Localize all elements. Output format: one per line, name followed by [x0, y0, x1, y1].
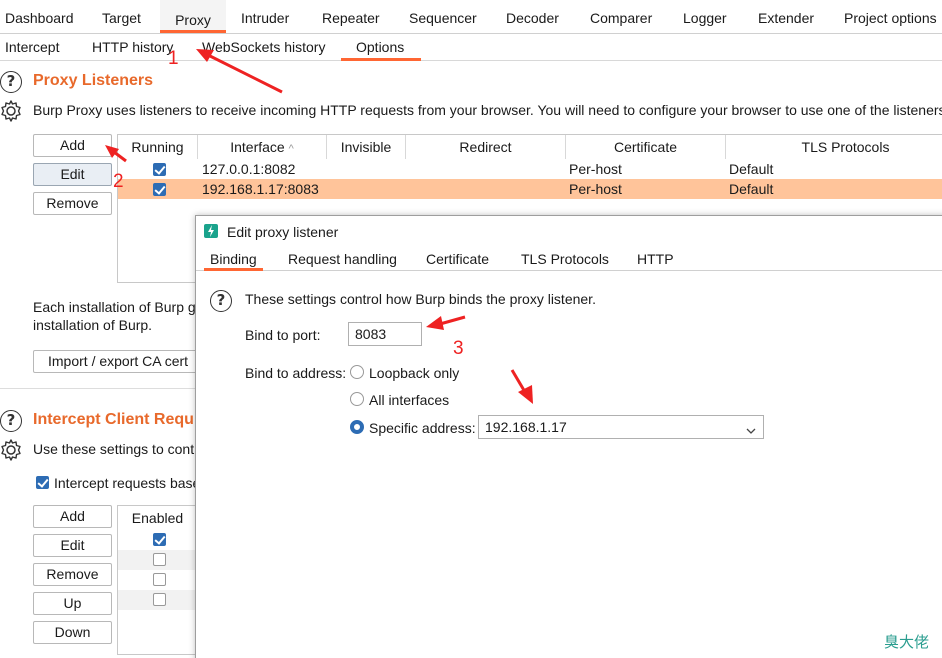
sort-ascending-icon: ^	[288, 143, 294, 155]
remove-listener-button[interactable]: Remove	[33, 192, 112, 215]
annotation-number-2: 2	[113, 171, 124, 192]
tab-logger[interactable]: Logger	[683, 10, 727, 26]
interface-cell: 127.0.0.1:8082	[202, 161, 296, 177]
running-checkbox[interactable]	[153, 183, 166, 196]
column-header-enabled[interactable]: Enabled	[118, 506, 198, 530]
dialog-titlebar[interactable]: Edit proxy listener	[196, 216, 942, 246]
loopback-only-label: Loopback only	[369, 365, 460, 381]
enabled-checkbox[interactable]	[153, 573, 166, 586]
ca-description-line1: Each installation of Burp g	[33, 299, 196, 315]
subtab-options[interactable]: Options	[356, 39, 404, 55]
tab-intruder[interactable]: Intruder	[241, 10, 289, 26]
binding-help-text: These settings control how Burp binds th…	[245, 291, 596, 307]
tab-project-options[interactable]: Project options	[844, 10, 937, 26]
specific-address-radio[interactable]	[350, 420, 364, 434]
tab-repeater[interactable]: Repeater	[322, 10, 380, 26]
tab-decoder[interactable]: Decoder	[506, 10, 559, 26]
all-interfaces-radio[interactable]	[350, 392, 364, 406]
add-listener-button[interactable]: Add	[33, 134, 112, 157]
edit-proxy-listener-dialog: Edit proxy listener Binding Request hand…	[195, 215, 942, 658]
bind-address-label: Bind to address:	[245, 365, 347, 381]
import-export-ca-button[interactable]: Import / export CA cert	[33, 350, 213, 373]
active-dialog-tab-indicator	[204, 268, 263, 271]
intercept-rules-table: Enabled	[117, 505, 207, 655]
column-header-tls-protocols[interactable]: TLS Protocols	[726, 135, 942, 159]
up-rule-button[interactable]: Up	[33, 592, 112, 615]
certificate-cell: Per-host	[569, 181, 622, 197]
tab-sequencer[interactable]: Sequencer	[409, 10, 477, 26]
chevron-down-icon	[745, 421, 757, 434]
remove-rule-button[interactable]: Remove	[33, 563, 112, 586]
proxy-subtab-bar: Intercept HTTP history WebSockets histor…	[0, 34, 942, 61]
proxy-listeners-description: Burp Proxy uses listeners to receive inc…	[33, 102, 942, 118]
specific-address-label: Specific address:	[369, 420, 476, 436]
intercept-client-description: Use these settings to cont	[33, 441, 195, 457]
active-subtab-indicator	[341, 58, 421, 61]
running-checkbox[interactable]	[153, 163, 166, 176]
tab-comparer[interactable]: Comparer	[590, 10, 652, 26]
active-tab-indicator	[160, 30, 226, 33]
dialog-tab-bar: Binding Request handling Certificate TLS…	[196, 246, 942, 271]
tab-tls-protocols[interactable]: TLS Protocols	[521, 251, 609, 267]
column-header-invisible[interactable]: Invisible	[327, 135, 406, 159]
tab-target[interactable]: Target	[102, 10, 141, 26]
tab-certificate[interactable]: Certificate	[426, 251, 489, 267]
tab-binding[interactable]: Binding	[210, 251, 257, 267]
interface-cell: 192.168.1.17:8083	[202, 181, 319, 197]
help-icon[interactable]: ?	[210, 290, 232, 312]
help-icon[interactable]: ?	[0, 410, 22, 432]
column-header-interface-label: Interface	[230, 139, 285, 155]
tab-extender[interactable]: Extender	[758, 10, 814, 26]
annotation-number-1: 1	[168, 48, 179, 69]
enabled-checkbox[interactable]	[153, 553, 166, 566]
watermark: 臭大佬	[884, 633, 930, 651]
proxy-listeners-title: Proxy Listeners	[33, 72, 154, 89]
gear-icon[interactable]	[0, 438, 23, 462]
edit-listener-button[interactable]: Edit	[33, 163, 112, 186]
annotation-number-3: 3	[453, 338, 464, 359]
intercept-client-title: Intercept Client Requ	[33, 411, 194, 428]
tls-cell: Default	[729, 181, 774, 197]
column-header-interface[interactable]: Interface ^	[198, 135, 327, 159]
table-row[interactable]	[118, 530, 206, 550]
enabled-checkbox[interactable]	[153, 593, 166, 606]
bind-port-label: Bind to port:	[245, 327, 321, 343]
bind-port-input[interactable]: 8083	[348, 322, 422, 346]
table-row[interactable]	[118, 590, 206, 610]
add-rule-button[interactable]: Add	[33, 505, 112, 528]
tab-dashboard[interactable]: Dashboard	[5, 10, 74, 26]
specific-address-select[interactable]: 192.168.1.17	[478, 415, 764, 439]
column-header-running[interactable]: Running	[118, 135, 198, 159]
table-row[interactable]: 127.0.0.1:8082 Per-host Default	[118, 159, 942, 179]
table-row-selected[interactable]: 192.168.1.17:8083 Per-host Default	[118, 179, 942, 199]
tab-http[interactable]: HTTP	[637, 251, 674, 267]
main-tab-bar: Dashboard Target Proxy Intruder Repeater…	[0, 0, 942, 34]
tab-request-handling[interactable]: Request handling	[288, 251, 397, 267]
down-rule-button[interactable]: Down	[33, 621, 112, 644]
certificate-cell: Per-host	[569, 161, 622, 177]
specific-address-value: 192.168.1.17	[485, 419, 567, 435]
help-icon[interactable]: ?	[0, 71, 22, 93]
subtab-websockets-history[interactable]: WebSockets history	[202, 39, 325, 55]
column-header-redirect[interactable]: Redirect	[406, 135, 566, 159]
subtab-intercept[interactable]: Intercept	[5, 39, 59, 55]
section-divider	[0, 388, 200, 389]
ca-description-line2: installation of Burp.	[33, 317, 153, 333]
tls-cell: Default	[729, 161, 774, 177]
tab-proxy[interactable]: Proxy	[160, 0, 226, 30]
gear-icon[interactable]	[0, 99, 23, 123]
intercept-requests-label: Intercept requests base	[54, 475, 201, 491]
intercept-requests-checkbox[interactable]	[36, 476, 49, 489]
subtab-http-history[interactable]: HTTP history	[92, 39, 173, 55]
burp-logo-icon	[204, 224, 218, 238]
table-row[interactable]	[118, 570, 206, 590]
column-header-certificate[interactable]: Certificate	[566, 135, 726, 159]
enabled-checkbox[interactable]	[153, 533, 166, 546]
loopback-only-radio[interactable]	[350, 365, 364, 379]
dialog-title: Edit proxy listener	[227, 224, 339, 240]
all-interfaces-label: All interfaces	[369, 392, 450, 408]
edit-rule-button[interactable]: Edit	[33, 534, 112, 557]
table-row[interactable]	[118, 550, 206, 570]
